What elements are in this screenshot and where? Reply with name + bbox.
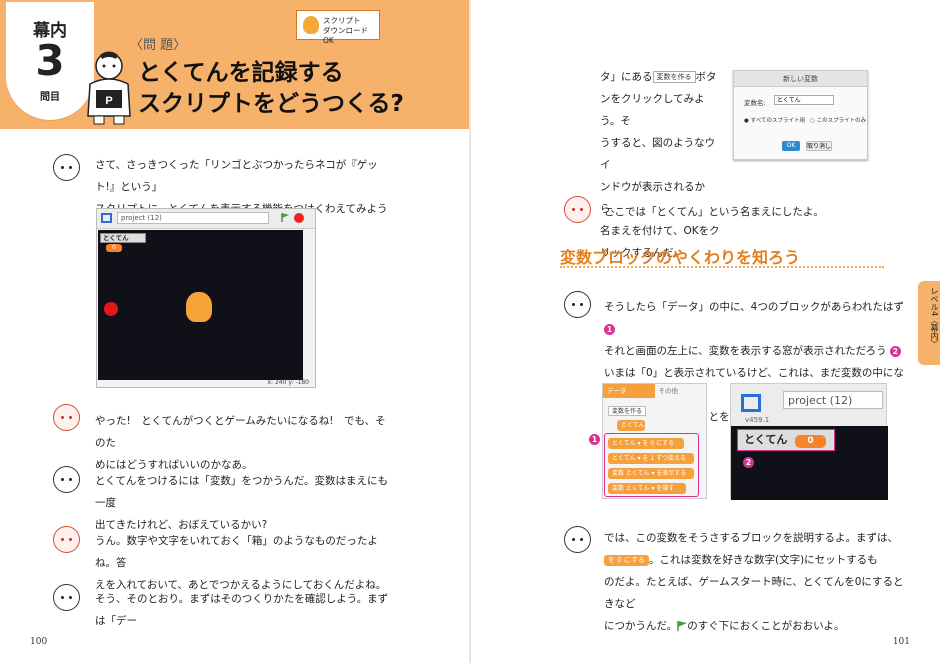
page-number-left: 100 (30, 637, 48, 647)
dialogue-5-line1: そう、そのとおり。まずはそのつくりかたを確認しよう。まずは「デー (95, 593, 389, 627)
fullscreen-icon (741, 394, 761, 412)
intro-line2: ンをクリックしてみよう。そ (600, 93, 705, 127)
student-face-icon (53, 526, 80, 553)
para2-line3: のだよ。たとえば、ゲームスタート時に、とくてんを0にするときなど (604, 576, 904, 610)
dialogue-3: とくてんをつけるには「変数」をつかうんだ。変数はまえにも一度 出てきたけれど、お… (95, 470, 395, 536)
section-title: 変数ブロックのやくわりを知ろう (560, 248, 801, 267)
para1-line2: それと画面の左上に、変数を表示する窓が表示されただろう 2 (604, 340, 904, 362)
side-tab: レベル4〈幕内〉 (918, 281, 940, 365)
monitor-value-large: 0 (795, 435, 826, 448)
para2-line1: では、この変数をそうさするブロックを説明するよ。まずは、 (604, 532, 898, 544)
dialogue-2: やった! とくてんがつくとゲームみたいになるね! でも、そのた めにはどうすれば… (95, 410, 395, 476)
dialogue-2-line1: やった! とくてんがつくとゲームみたいになるね! でも、そのた (95, 415, 386, 449)
monitor-label: とくてん (103, 234, 129, 242)
project-name-field: project (12) (783, 391, 883, 409)
cat-sprite-icon (186, 292, 212, 322)
stop-icon (294, 213, 304, 223)
green-flag-icon (677, 621, 688, 631)
question-label: 〈問 題〉 (130, 38, 187, 53)
screenshot-toolbar: project (12) (97, 209, 315, 229)
dialogue-4-line1: うん。数字や文字をいれておく「箱」のようなものだったよね。答 (95, 535, 378, 569)
para1-line1-text: そうしたら「データ」の中に、4つのブロックがあらわれたはず (604, 301, 904, 313)
intro-line1-b: ボタ (695, 71, 717, 83)
make-variable-button-inline: 変数を作る (652, 71, 696, 83)
sensei-face-icon (53, 154, 80, 181)
dialog-title: 新しい変数 (734, 71, 867, 87)
dialogue-3-line1: とくてんをつけるには「変数」をつかうんだ。変数はまえにも一度 (95, 475, 389, 509)
title-line1: とくてんを記録する (138, 60, 344, 86)
scratch-screenshot: project (12) とくてん 0 x: 240 y: -180 (96, 208, 316, 388)
para2-line4-b: のすぐ下におくことがおおいよ。 (687, 620, 845, 632)
make-variable-button[interactable]: 変数を作る (608, 406, 647, 416)
change-variable-block[interactable]: とくてん ▾ を 1 ずつ変える (608, 453, 694, 464)
sensei-face-icon (53, 584, 80, 611)
apple-sprite-icon (104, 302, 118, 316)
tab-data[interactable]: データ (603, 384, 655, 398)
variable-monitor: とくてん 0 (100, 233, 146, 252)
download-tag-line1: スクリプト (323, 16, 361, 25)
marker-1-inline: 1 (604, 324, 615, 335)
marker-2: 2 (743, 457, 754, 468)
marker-2-inline: 2 (889, 346, 901, 357)
scratch-cat-icon (303, 16, 319, 34)
para2-line2: を 0 にする 。これは変数を好きな数字(文字)にセットするも (604, 549, 904, 571)
dialog-cancel-button[interactable]: 取り消し (806, 141, 832, 151)
monitor-value: 0 (106, 244, 122, 252)
dialogue-1-line1: さて、さっきつくった「リンゴとぶつかったらネコが『ゲット!』という」 (95, 159, 378, 193)
intro-text: タ」にある 変数を作る ボタ ンをクリックしてみよう。そ うすると、図のようなウイ … (600, 66, 725, 264)
variable-monitor-large: とくてん 0 (737, 429, 835, 451)
student-line: ここでは「とくてん」という名まえにしたよ。 (604, 206, 824, 218)
svg-text:P: P (105, 95, 112, 107)
download-tag: スクリプト ダウンロードOK (296, 10, 380, 45)
dialogue-4: うん。数字や文字をいれておく「箱」のようなものだったよね。答 えを入れておいて、… (95, 530, 395, 596)
dialog-option-this-label: このスプライトのみ (816, 118, 867, 124)
marker-1: 1 (589, 434, 600, 445)
title-line2: スクリプトをどうつくる? (138, 91, 404, 117)
student-face-icon (564, 196, 591, 223)
fullscreen-icon (101, 213, 112, 223)
dialog-option-all-label: すべてのスプライト用 (750, 118, 805, 124)
palette-tabs: データ その他 (603, 384, 706, 398)
dialog-ok-button[interactable]: OK (782, 141, 800, 151)
version-label: v459.1 (745, 416, 770, 424)
student-face-icon (53, 404, 80, 431)
intro-line1: タ」にある 変数を作る ボタ (600, 66, 725, 88)
dialog-option-all[interactable]: ● すべてのスプライト用 (744, 116, 805, 124)
intro-line5: 名まえを付けて、OKをク (600, 225, 720, 237)
sumo-wrestler-illustration: P (87, 51, 131, 125)
intro-line3: うすると、図のようなウイ (600, 137, 716, 171)
variable-reporter-block[interactable]: とくてん (617, 420, 645, 431)
tab-other[interactable]: その他 (655, 384, 707, 398)
show-variable-block[interactable]: 変数 とくてん ▾ を表示する (608, 468, 694, 479)
set-variable-block[interactable]: とくてん ▾ を 0 にする (608, 438, 684, 449)
sensei-face-icon (564, 526, 591, 553)
section-divider (560, 266, 884, 268)
monitor-label-large: とくてん (744, 433, 788, 446)
stage-coordinates: x: 240 y: -180 (267, 379, 310, 386)
stage: とくてん 0 (98, 230, 303, 380)
para2: では、この変数をそうさするブロックを説明するよ。まずは、 を 0 にする 。これは… (604, 527, 904, 637)
new-variable-dialog: 新しい変数 変数名: とくてん ● すべてのスプライト用 ○ このスプライトのみ… (733, 70, 868, 160)
page-title: とくてんを記録する スクリプトをどうつくる? (138, 58, 404, 120)
para1-line1: そうしたら「データ」の中に、4つのブロックがあらわれたはず 1 (604, 296, 904, 340)
page-number-right: 101 (892, 637, 910, 647)
sensei-face-icon (564, 291, 591, 318)
dialogue-5: そう、そのとおり。まずはそのつくりかたを確認しよう。まずは「デー (95, 588, 395, 632)
set-block-inline: を 0 にする (604, 554, 649, 566)
project-name-field: project (12) (117, 212, 269, 224)
left-page: 幕内 3 問目 P スクリプト ダウンロードOK 〈問 題〉 とくてんを記録する… (0, 0, 469, 663)
intro-line1-a: タ」にある (600, 71, 653, 83)
green-flag-icon (281, 213, 289, 222)
dialog-option-this[interactable]: ○ このスプライトのみ (810, 116, 866, 124)
hide-variable-block[interactable]: 変数 とくてん ▾ を隠す (608, 483, 686, 494)
variable-blocks-group: とくてん ▾ を 0 にする とくてん ▾ を 1 ずつ変える 変数 とくてん … (604, 433, 699, 497)
download-tag-line2: ダウンロードOK (323, 26, 368, 45)
dialog-name-label: 変数名: (744, 99, 766, 107)
para2-line2-text: 。これは変数を好きな数字(文字)にセットするも (648, 554, 878, 566)
para2-line4-a: につかうんだ。 (604, 620, 678, 632)
dialog-name-input[interactable]: とくてん (774, 95, 834, 105)
para2-line4: につかうんだ。 のすぐ下におくことがおおいよ。 (604, 615, 904, 637)
para1-line2-text: それと画面の左上に、変数を表示する窓が表示されただろう (604, 345, 887, 357)
sensei-face-icon (53, 466, 80, 493)
